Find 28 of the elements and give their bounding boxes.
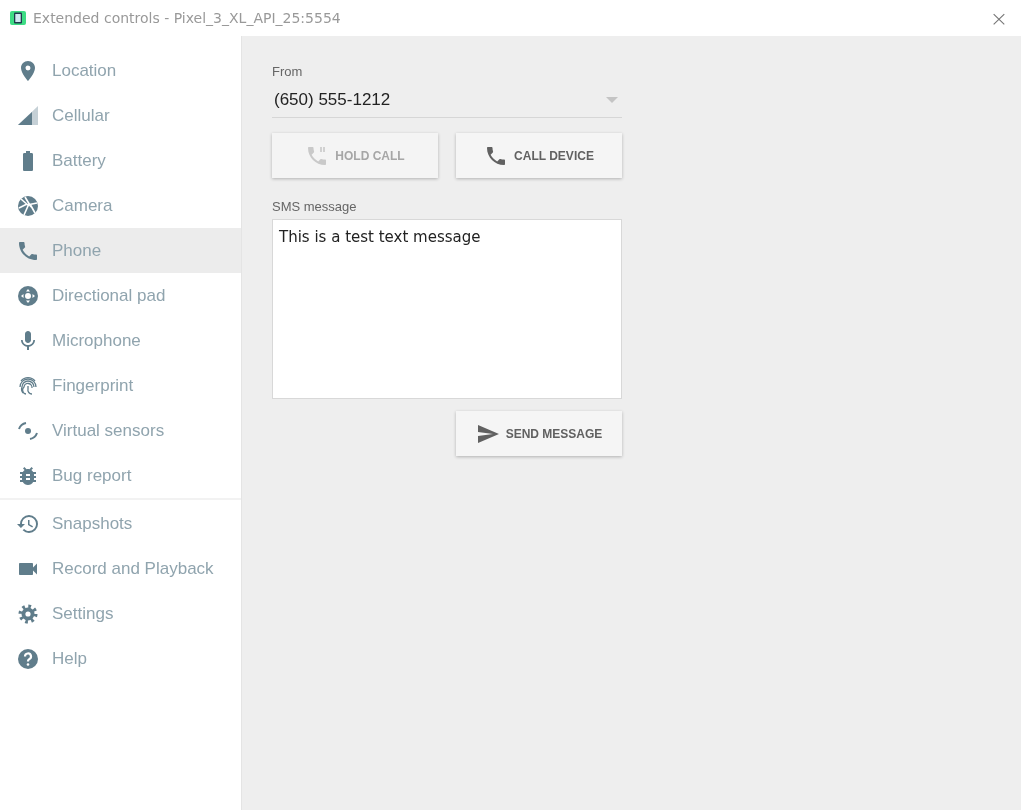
dpad-icon	[16, 283, 40, 308]
sidebar-item[interactable]: Camera	[0, 183, 241, 228]
sidebar-item[interactable]: Bug report	[0, 453, 241, 498]
sidebar-item[interactable]: Location	[0, 48, 241, 93]
sidebar-item[interactable]: Battery	[0, 138, 241, 183]
aperture-icon	[16, 193, 40, 218]
sidebar-item[interactable]: Directional pad	[0, 273, 241, 318]
sidebar-item[interactable]: Microphone	[0, 318, 241, 363]
sidebar-item[interactable]: Fingerprint	[0, 363, 241, 408]
message-field[interactable]: This is a test text message	[272, 219, 622, 399]
sidebar-item[interactable]: Snapshots	[0, 501, 241, 546]
sidebar-item[interactable]: Cellular	[0, 93, 241, 138]
window-title: Extended controls - Pixel_3_XL_API_25:5554	[33, 10, 341, 26]
send-message-button[interactable]: SEND MESSAGE	[456, 411, 622, 456]
sidebar-item[interactable]: Help	[0, 636, 241, 681]
app-icon	[10, 10, 26, 26]
caret-icon	[606, 97, 618, 103]
sidebar-item[interactable]: Virtual sensors	[0, 408, 241, 453]
call-device-button[interactable]: CALL DEVICE	[456, 133, 622, 178]
help-icon	[16, 646, 40, 671]
close-button[interactable]: ×	[979, 0, 1019, 36]
field-label: SMS message	[272, 199, 357, 214]
phone-number-dropdown[interactable]: (650) 555-1212	[272, 83, 622, 118]
sidebar-item[interactable]: Record and Playback	[0, 546, 241, 591]
sidebar-item[interactable]: Settings	[0, 591, 241, 636]
sidebar-item[interactable]: Phone	[0, 228, 241, 273]
field-label: From	[272, 64, 303, 79]
signal-icon	[16, 103, 40, 128]
